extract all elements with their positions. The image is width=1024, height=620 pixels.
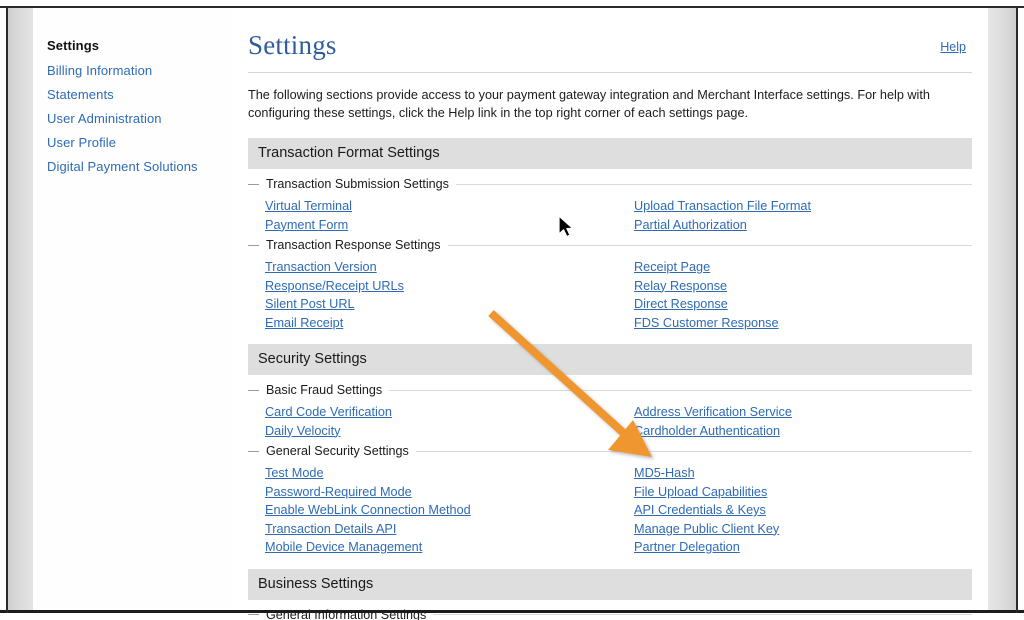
window-frame-border-left xyxy=(6,6,8,613)
link-response-receipt-urls[interactable]: Response/Receipt URLs xyxy=(265,277,404,296)
link-daily-velocity[interactable]: Daily Velocity xyxy=(265,422,340,441)
legend-dash-icon xyxy=(248,183,259,185)
link-column-right: Receipt Page Relay Response Direct Respo… xyxy=(634,258,972,332)
screenshot-root: Settings Billing Information Statements … xyxy=(0,0,1024,620)
link-payment-form[interactable]: Payment Form xyxy=(265,216,348,235)
group-transaction-response-settings: Transaction Response Settings Transactio… xyxy=(248,238,972,332)
legend-dash-icon xyxy=(248,450,259,452)
sidebar-item-statements[interactable]: Statements xyxy=(47,87,232,102)
link-md5-hash[interactable]: MD5-Hash xyxy=(634,464,695,483)
link-silent-post-url[interactable]: Silent Post URL xyxy=(265,295,355,314)
group-legend-label: General Security Settings xyxy=(266,444,409,458)
link-fds-customer-response[interactable]: FDS Customer Response xyxy=(634,314,779,333)
link-column-left: Transaction Version Response/Receipt URL… xyxy=(248,258,634,332)
window-frame-border-right xyxy=(1016,6,1018,613)
link-column-left: Card Code Verification Daily Velocity xyxy=(248,403,634,440)
sidebar-item-billing-information[interactable]: Billing Information xyxy=(47,63,232,78)
link-password-required-mode[interactable]: Password-Required Mode xyxy=(265,483,412,502)
link-column-left: Virtual Terminal Payment Form xyxy=(248,197,634,234)
group-legend: Transaction Response Settings xyxy=(248,238,972,252)
link-manage-public-client-key[interactable]: Manage Public Client Key xyxy=(634,520,779,539)
window-frame-right-padding xyxy=(1018,0,1024,620)
section-transaction-format-settings: Transaction Format Settings Transaction … xyxy=(248,138,972,332)
link-columns: Transaction Version Response/Receipt URL… xyxy=(248,258,972,332)
header-divider xyxy=(248,72,972,73)
link-file-upload-capabilities[interactable]: File Upload Capabilities xyxy=(634,483,767,502)
link-receipt-page[interactable]: Receipt Page xyxy=(634,258,710,277)
window-frame-border-bottom xyxy=(0,610,1024,613)
group-legend: General Security Settings xyxy=(248,444,972,458)
section-header-business-settings: Business Settings xyxy=(248,568,972,600)
legend-rule xyxy=(415,450,972,452)
link-transaction-details-api[interactable]: Transaction Details API xyxy=(265,520,396,539)
link-test-mode[interactable]: Test Mode xyxy=(265,464,324,483)
legend-rule xyxy=(389,389,972,391)
page-gutter-left xyxy=(8,8,33,610)
section-header-security-settings: Security Settings xyxy=(248,344,972,375)
link-upload-transaction-file-format[interactable]: Upload Transaction File Format xyxy=(634,197,811,216)
page-gutter-right xyxy=(988,8,1016,610)
link-columns: Test Mode Password-Required Mode Enable … xyxy=(248,464,972,557)
sidebar-item-user-administration[interactable]: User Administration xyxy=(47,111,232,126)
link-direct-response[interactable]: Direct Response xyxy=(634,295,728,314)
sidebar-title: Settings xyxy=(47,38,100,53)
window-frame-border-top xyxy=(0,6,1024,8)
legend-rule xyxy=(455,183,972,185)
page-body: Settings Billing Information Statements … xyxy=(33,8,988,620)
section-header-transaction-format-settings: Transaction Format Settings xyxy=(248,138,972,169)
link-relay-response[interactable]: Relay Response xyxy=(634,277,727,296)
legend-rule xyxy=(433,614,972,615)
link-address-verification-service[interactable]: Address Verification Service xyxy=(634,403,792,422)
link-mobile-device-management[interactable]: Mobile Device Management xyxy=(265,538,422,557)
legend-rule xyxy=(447,244,972,246)
link-enable-weblink-connection-method[interactable]: Enable WebLink Connection Method xyxy=(265,501,471,520)
link-api-credentials-and-keys[interactable]: API Credentials & Keys xyxy=(634,501,766,520)
link-card-code-verification[interactable]: Card Code Verification xyxy=(265,403,392,422)
section-security-settings: Security Settings Basic Fraud Settings C… xyxy=(248,344,972,557)
legend-dash-icon xyxy=(248,389,259,391)
legend-dash-icon xyxy=(248,614,259,615)
link-column-right: Address Verification Service Cardholder … xyxy=(634,403,972,440)
group-legend: Transaction Submission Settings xyxy=(248,177,972,191)
link-columns: Virtual Terminal Payment Form Upload Tra… xyxy=(248,197,972,234)
group-legend-label: Transaction Response Settings xyxy=(266,238,441,252)
sidebar-item-digital-payment-solutions[interactable]: Digital Payment Solutions xyxy=(47,159,232,174)
sidebar-item-user-profile[interactable]: User Profile xyxy=(47,135,232,150)
link-virtual-terminal[interactable]: Virtual Terminal xyxy=(265,197,352,216)
group-general-security-settings: General Security Settings Test Mode Pass… xyxy=(248,444,972,557)
link-transaction-version[interactable]: Transaction Version xyxy=(265,258,377,277)
group-legend-label: Basic Fraud Settings xyxy=(266,383,383,397)
link-column-right: Upload Transaction File Format Partial A… xyxy=(634,197,972,234)
page-title: Settings xyxy=(248,30,337,60)
link-columns: Card Code Verification Daily Velocity Ad… xyxy=(248,403,972,440)
page-header: Settings Help xyxy=(248,28,972,68)
group-transaction-submission-settings: Transaction Submission Settings Virtual … xyxy=(248,177,972,234)
intro-paragraph: The following sections provide access to… xyxy=(248,88,930,120)
help-link[interactable]: Help xyxy=(940,40,966,54)
group-legend: Basic Fraud Settings xyxy=(248,383,972,397)
main-content: Settings Help The following sections pro… xyxy=(232,8,988,620)
link-email-receipt[interactable]: Email Receipt xyxy=(265,314,343,333)
link-column-left: Test Mode Password-Required Mode Enable … xyxy=(248,464,634,557)
link-partial-authorization[interactable]: Partial Authorization xyxy=(634,216,747,235)
link-cardholder-authentication[interactable]: Cardholder Authentication xyxy=(634,422,780,441)
link-column-right: MD5-Hash File Upload Capabilities API Cr… xyxy=(634,464,972,557)
sidebar-nav: Settings Billing Information Statements … xyxy=(33,8,232,610)
group-basic-fraud-settings: Basic Fraud Settings Card Code Verificat… xyxy=(248,383,972,440)
link-partner-delegation[interactable]: Partner Delegation xyxy=(634,538,740,557)
legend-dash-icon xyxy=(248,244,259,246)
group-legend-label: Transaction Submission Settings xyxy=(266,177,449,191)
